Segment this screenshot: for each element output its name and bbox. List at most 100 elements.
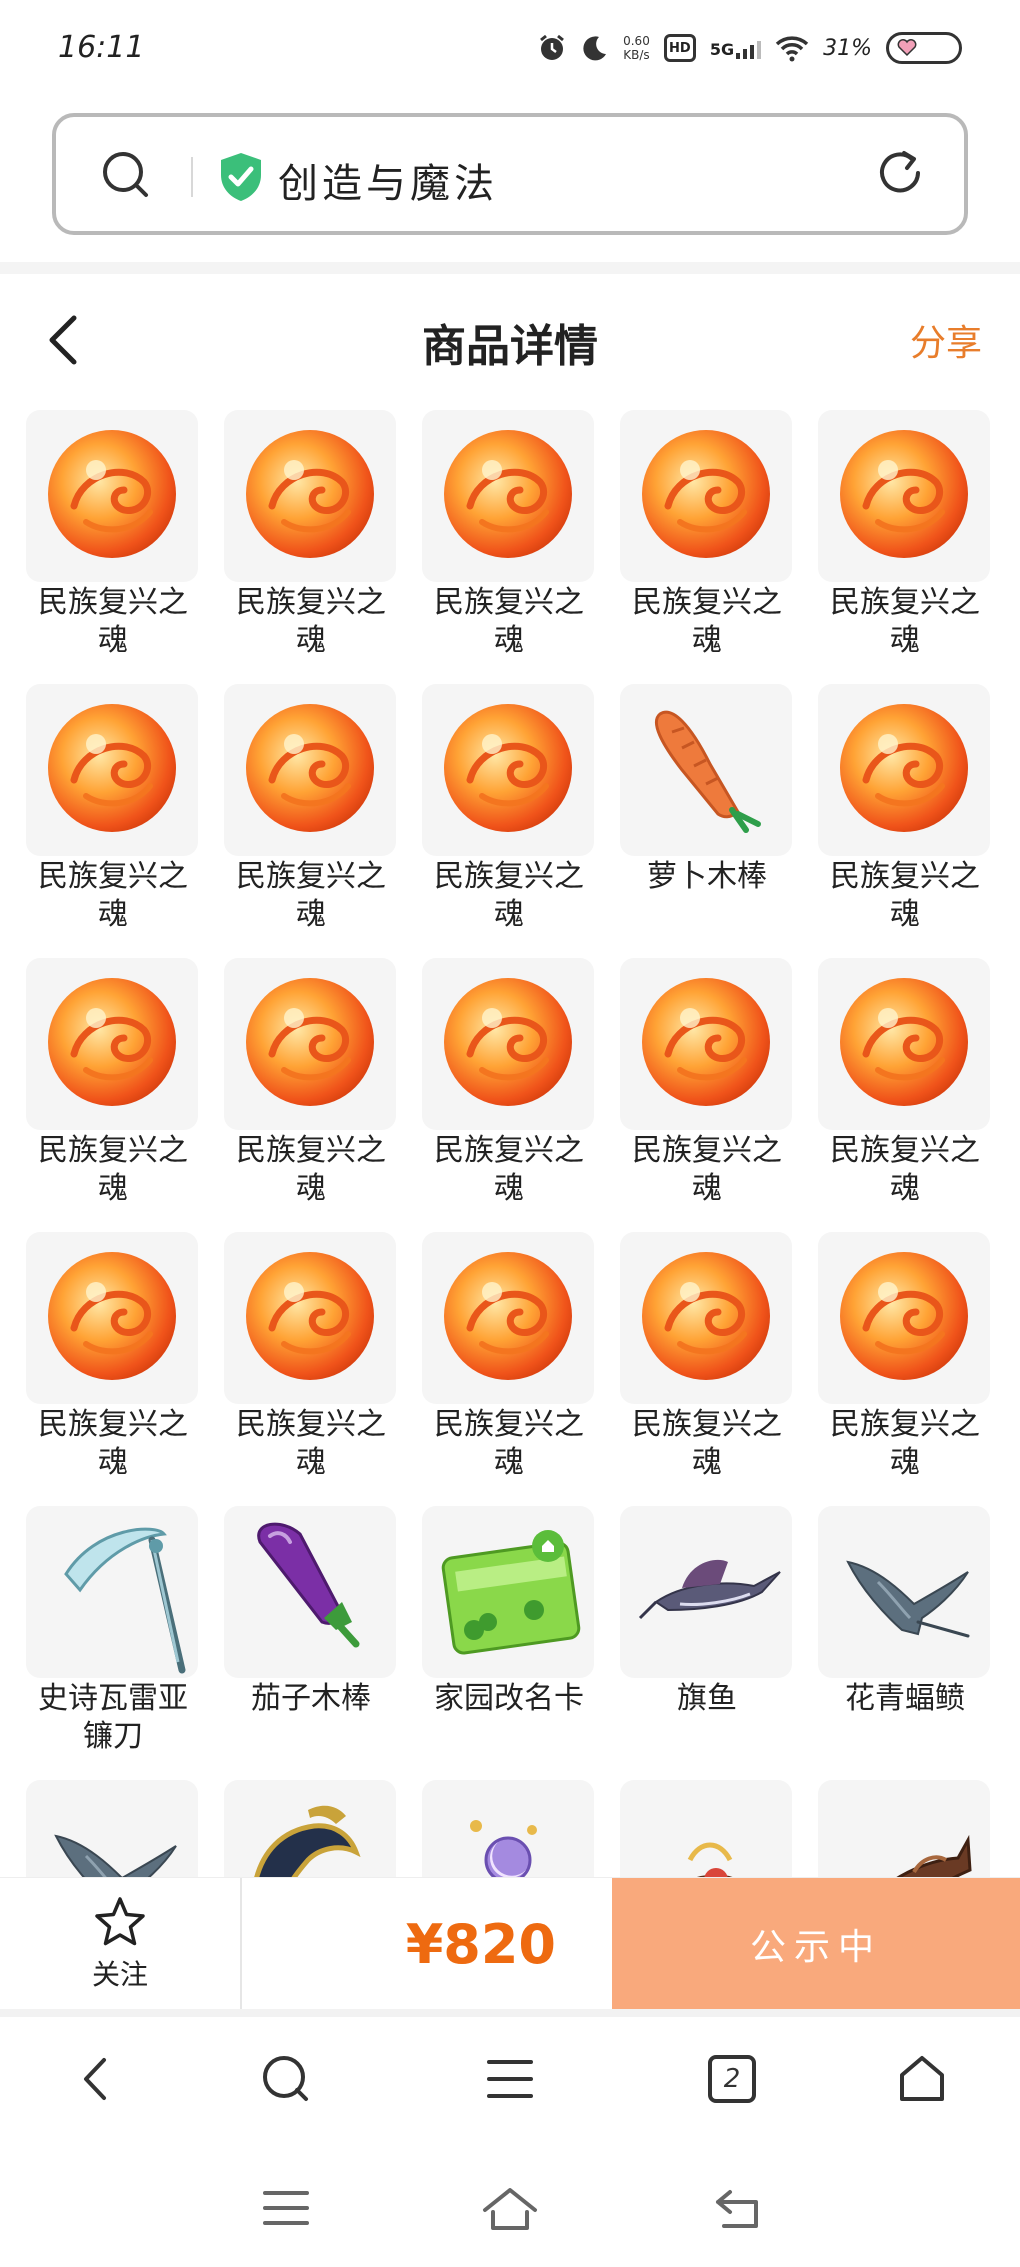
treasure-pile-icon — [620, 1780, 792, 1880]
item-card[interactable]: 萝卜木棒 — [620, 684, 794, 896]
rename-card-icon — [422, 1506, 594, 1678]
item-label: 民族复兴之魂 — [632, 585, 782, 658]
item-card[interactable] — [818, 1780, 992, 1880]
system-home-button[interactable] — [478, 2176, 542, 2240]
network-speed-unit: KB/s — [623, 48, 650, 62]
item-card[interactable]: 民族复兴之魂 — [818, 958, 992, 1208]
action-bar: 关注 ¥820 公示中 — [0, 1877, 1020, 2010]
item-card[interactable]: 民族复兴之魂 — [620, 410, 794, 660]
item-card[interactable]: 家园改名卡 — [422, 1506, 596, 1718]
item-card[interactable]: 民族复兴之魂 — [818, 684, 992, 934]
item-card[interactable]: 史诗瓦雷亚镰刀 — [26, 1506, 200, 1756]
system-menu-button[interactable] — [254, 2176, 318, 2240]
item-card[interactable]: 民族复兴之魂 — [26, 958, 200, 1208]
item-grid: 民族复兴之魂 民族复兴之魂 民族复兴之魂 民族复兴之魂 民族复兴之魂 民族复兴之魂 民族复兴… — [26, 410, 996, 1880]
item-card[interactable] — [26, 1780, 200, 1880]
menu-icon — [487, 2060, 533, 2098]
item-label: 茄子木棒 — [251, 1681, 371, 1716]
browser-back-button[interactable] — [64, 2047, 128, 2111]
item-label: 民族复兴之魂 — [434, 1407, 584, 1480]
browser-home-button[interactable] — [890, 2047, 954, 2111]
dragon-orb-icon — [818, 1232, 990, 1404]
item-card[interactable]: 民族复兴之魂 — [818, 410, 992, 660]
item-label: 民族复兴之魂 — [38, 585, 188, 658]
item-label: 民族复兴之魂 — [830, 1407, 980, 1480]
browser-tabs-button[interactable]: 2 — [700, 2047, 764, 2111]
search-icon[interactable] — [100, 149, 152, 205]
item-card[interactable]: 民族复兴之魂 — [224, 410, 398, 660]
item-card[interactable]: 民族复兴之魂 — [422, 410, 596, 660]
tabs-count: 2 — [723, 2064, 741, 2094]
dragon-orb-icon — [422, 684, 594, 856]
scythe-icon — [26, 1506, 198, 1678]
reload-icon[interactable] — [874, 147, 926, 203]
item-card[interactable]: 民族复兴之魂 — [224, 958, 398, 1208]
site-name[interactable]: 创造与魔法 — [278, 151, 498, 209]
item-label: 民族复兴之魂 — [830, 1133, 980, 1206]
dragon-orb-icon — [26, 1232, 198, 1404]
dragon-orb-icon — [620, 1232, 792, 1404]
item-card[interactable]: 茄子木棒 — [224, 1506, 398, 1718]
item-card[interactable]: 旗鱼 — [620, 1506, 794, 1718]
item-card[interactable]: 民族复兴之魂 — [422, 684, 596, 934]
item-label: 民族复兴之魂 — [434, 1133, 584, 1206]
manta-ray-icon — [818, 1506, 990, 1678]
page-title: 商品详情 — [422, 321, 598, 372]
item-card[interactable]: 民族复兴之魂 — [224, 684, 398, 934]
dragon-orb-icon — [818, 958, 990, 1130]
follow-button[interactable]: 关注 — [0, 1878, 242, 2010]
status-time: 16:11 — [58, 30, 145, 65]
dragon-orb-icon — [422, 410, 594, 582]
status-icons: 0.60 KB/s HD 5G 31% — [537, 32, 962, 64]
home-icon — [900, 2056, 944, 2101]
item-card[interactable]: 民族复兴之魂 — [26, 1232, 200, 1482]
item-card[interactable]: 民族复兴之魂 — [422, 958, 596, 1208]
hd-badge: HD — [663, 34, 696, 62]
item-card[interactable]: 民族复兴之魂 — [224, 1232, 398, 1482]
browser-menu-button[interactable] — [478, 2047, 542, 2111]
network-speed: 0.60 KB/s — [623, 34, 650, 62]
item-label: 民族复兴之魂 — [38, 859, 188, 932]
manta-ray-icon — [26, 1780, 198, 1880]
brown-fish-icon — [818, 1780, 990, 1880]
item-card[interactable]: 花青蝠鲼 — [818, 1506, 992, 1718]
status-bar: 16:11 0.60 KB/s HD 5G 31% — [0, 0, 1020, 100]
dragon-orb-icon — [818, 410, 990, 582]
cellular-signal: 5G — [709, 37, 762, 59]
item-card[interactable] — [620, 1780, 794, 1880]
publicity-status-button[interactable]: 公示中 — [612, 1878, 1020, 2010]
eggplant-wand-icon — [224, 1506, 396, 1678]
dragon-orb-icon — [620, 958, 792, 1130]
dragon-orb-icon — [422, 1232, 594, 1404]
system-back-button[interactable] — [706, 2176, 770, 2240]
dragon-orb-icon — [620, 410, 792, 582]
browser-search-button[interactable] — [254, 2047, 318, 2111]
price: ¥820 — [405, 1912, 556, 1976]
section-separator — [0, 262, 1020, 274]
item-card[interactable]: 民族复兴之魂 — [422, 1232, 596, 1482]
dragon-orb-icon — [224, 958, 396, 1130]
item-label: 史诗瓦雷亚镰刀 — [38, 1681, 188, 1754]
item-label: 民族复兴之魂 — [38, 1133, 188, 1206]
star-icon — [95, 1897, 145, 1946]
battery-percent: 31% — [823, 35, 872, 61]
item-card[interactable] — [224, 1780, 398, 1880]
item-card[interactable]: 民族复兴之魂 — [26, 684, 200, 934]
share-button[interactable]: 分享 — [910, 314, 982, 366]
item-card[interactable]: 民族复兴之魂 — [26, 410, 200, 660]
item-card[interactable]: 民族复兴之魂 — [620, 958, 794, 1208]
item-label: 民族复兴之魂 — [236, 585, 386, 658]
page-header: 商品详情 分享 — [0, 276, 1020, 402]
address-bar[interactable]: 创造与魔法 — [52, 113, 968, 235]
network-type: 5G — [709, 40, 735, 59]
item-card[interactable]: 民族复兴之魂 — [818, 1232, 992, 1482]
item-card[interactable] — [422, 1780, 596, 1880]
signal-bars-icon — [736, 37, 762, 59]
item-label: 家园改名卡 — [434, 1681, 584, 1716]
moon-icon — [581, 34, 609, 62]
item-card[interactable]: 民族复兴之魂 — [620, 1232, 794, 1482]
item-label: 民族复兴之魂 — [434, 859, 584, 932]
dragon-orb-icon — [26, 958, 198, 1130]
sailfish-icon — [620, 1506, 792, 1678]
item-label: 花青蝠鲼 — [845, 1681, 965, 1716]
